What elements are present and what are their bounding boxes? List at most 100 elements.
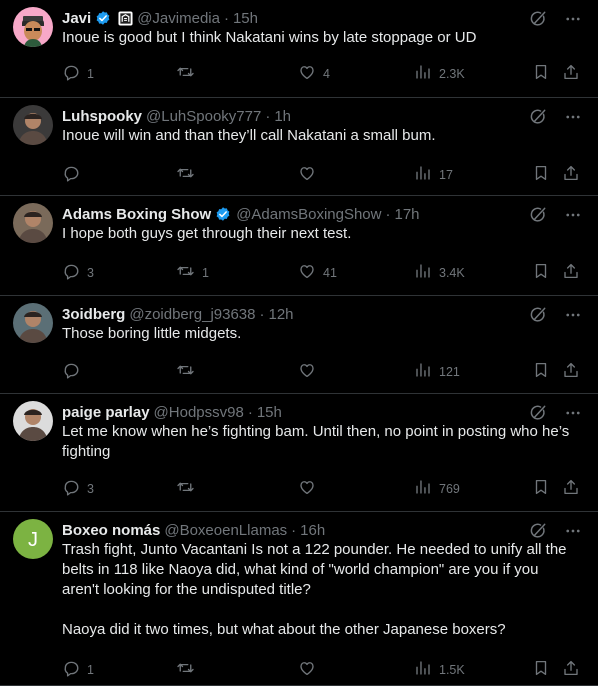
bookmark-button[interactable]: [532, 478, 550, 499]
like-button[interactable]: [298, 659, 323, 680]
tweet-text-paragraph: Trash fight, Junto Vacantani Is not a 12…: [62, 541, 567, 598]
bookmark-button[interactable]: [532, 262, 550, 283]
tweet[interactable]: Javi @Javimedia · 15h Inoue is good but I th…: [0, 0, 598, 98]
timestamp[interactable]: 16h: [300, 522, 325, 539]
share-button[interactable]: [562, 659, 580, 680]
reply-icon: [62, 361, 80, 382]
reply-count: 3: [87, 265, 94, 280]
reply-button[interactable]: 1: [62, 63, 94, 84]
tweet[interactable]: J Boxeo nomás @BoxeoenLlamas · 16h Trash figh…: [0, 512, 598, 686]
retweet-icon: [176, 164, 195, 185]
retweet-button[interactable]: [176, 659, 202, 680]
share-button[interactable]: [562, 164, 580, 185]
tweet[interactable]: Luhspooky @LuhSpooky777 · 1h Inoue will win …: [0, 98, 598, 196]
view-count: 3.4K: [439, 265, 465, 280]
views-button[interactable]: 2.3K: [414, 63, 465, 84]
reply-button[interactable]: 1: [62, 659, 94, 680]
tweet-text: Inoue will win and than they’ll call Nak…: [62, 126, 574, 146]
tweet-text: Trash fight, Junto Vacantani Is not a 12…: [62, 540, 574, 640]
verified-badge-icon: [94, 9, 112, 27]
user-handle[interactable]: @LuhSpooky777: [146, 108, 261, 125]
tweet[interactable]: paige parlay @Hodpssv98 · 15h Let me know wh…: [0, 394, 598, 512]
tweet-actions: 1 1.5K: [62, 659, 578, 679]
timestamp[interactable]: 12h: [269, 306, 294, 323]
avatar[interactable]: [13, 203, 53, 243]
share-icon: [562, 164, 580, 185]
bookmark-button[interactable]: [532, 659, 550, 680]
bookmark-icon: [532, 63, 550, 84]
tweet-text: I hope both guys get through their next …: [62, 224, 574, 244]
share-button[interactable]: [562, 361, 580, 382]
verified-badge-icon: [214, 205, 232, 223]
display-name[interactable]: Adams Boxing Show: [62, 206, 211, 223]
user-handle[interactable]: @Javimedia: [137, 10, 220, 27]
reply-button[interactable]: [62, 361, 87, 382]
views-button[interactable]: 17: [414, 164, 453, 185]
retweet-button[interactable]: [176, 478, 202, 499]
retweet-icon: [176, 659, 195, 680]
reply-button[interactable]: [62, 164, 87, 185]
tweet-text: Those boring little midgets.: [62, 324, 574, 344]
share-icon: [562, 478, 580, 499]
retweet-button[interactable]: [176, 361, 202, 382]
reply-icon: [62, 63, 80, 84]
avatar[interactable]: [13, 303, 53, 343]
share-button[interactable]: [562, 478, 580, 499]
timestamp[interactable]: 1h: [274, 108, 291, 125]
display-name[interactable]: paige parlay: [62, 404, 150, 421]
tweet-actions: 3 1 41 3.4K: [62, 262, 578, 282]
retweet-button[interactable]: 1: [176, 262, 209, 283]
bookmark-icon: [532, 659, 550, 680]
display-name[interactable]: 3oidberg: [62, 306, 125, 323]
retweet-button[interactable]: [176, 164, 202, 185]
views-button[interactable]: 769: [414, 478, 460, 499]
views-button[interactable]: 3.4K: [414, 262, 465, 283]
display-name[interactable]: Javi: [62, 10, 91, 27]
tweet[interactable]: Adams Boxing Show @AdamsBoxingShow · 17h I h…: [0, 196, 598, 296]
share-icon: [562, 63, 580, 84]
retweet-button[interactable]: [176, 63, 202, 84]
like-button[interactable]: [298, 164, 323, 185]
tweet-text-paragraph: I hope both guys get through their next …: [62, 225, 352, 242]
tweet-text: Inoue is good but I think Nakatani wins …: [62, 28, 574, 48]
share-button[interactable]: [562, 63, 580, 84]
timestamp[interactable]: 15h: [233, 10, 258, 27]
avatar[interactable]: [13, 105, 53, 145]
bookmark-button[interactable]: [532, 361, 550, 382]
user-handle[interactable]: @zoidberg_j93638: [129, 306, 255, 323]
view-count: 121: [439, 364, 460, 379]
bookmark-button[interactable]: [532, 164, 550, 185]
tweet-text-paragraph: Inoue will win and than they’ll call Nak…: [62, 127, 436, 144]
views-button[interactable]: 1.5K: [414, 659, 465, 680]
retweet-count: 1: [202, 265, 209, 280]
like-button[interactable]: [298, 361, 323, 382]
like-button[interactable]: [298, 478, 323, 499]
bookmark-icon: [532, 478, 550, 499]
display-name[interactable]: Luhspooky: [62, 108, 142, 125]
avatar[interactable]: [13, 7, 53, 47]
tweet[interactable]: 3oidberg @zoidberg_j93638 · 12h Those boring…: [0, 296, 598, 394]
user-handle[interactable]: @Hodpssv98: [154, 404, 244, 421]
display-name[interactable]: Boxeo nomás: [62, 522, 160, 539]
user-handle[interactable]: @AdamsBoxingShow: [236, 206, 381, 223]
view-count: 1.5K: [439, 662, 465, 677]
timestamp[interactable]: 17h: [395, 206, 420, 223]
timeline: Javi @Javimedia · 15h Inoue is good but I th…: [0, 0, 598, 686]
share-button[interactable]: [562, 262, 580, 283]
views-button[interactable]: 121: [414, 361, 460, 382]
tweet-header: Boxeo nomás @BoxeoenLlamas · 16h: [62, 520, 528, 540]
reply-icon: [62, 659, 80, 680]
share-icon: [562, 361, 580, 382]
timestamp[interactable]: 15h: [257, 404, 282, 421]
bookmark-button[interactable]: [532, 63, 550, 84]
reply-button[interactable]: 3: [62, 478, 94, 499]
like-button[interactable]: 41: [298, 262, 337, 283]
avatar[interactable]: [13, 401, 53, 441]
avatar[interactable]: J: [13, 519, 53, 559]
user-handle[interactable]: @BoxeoenLlamas: [164, 522, 287, 539]
reply-button[interactable]: 3: [62, 262, 94, 283]
affiliate-badge-icon[interactable]: [118, 10, 133, 26]
like-button[interactable]: 4: [298, 63, 330, 84]
share-icon: [562, 262, 580, 283]
reply-count: 1: [87, 66, 94, 81]
